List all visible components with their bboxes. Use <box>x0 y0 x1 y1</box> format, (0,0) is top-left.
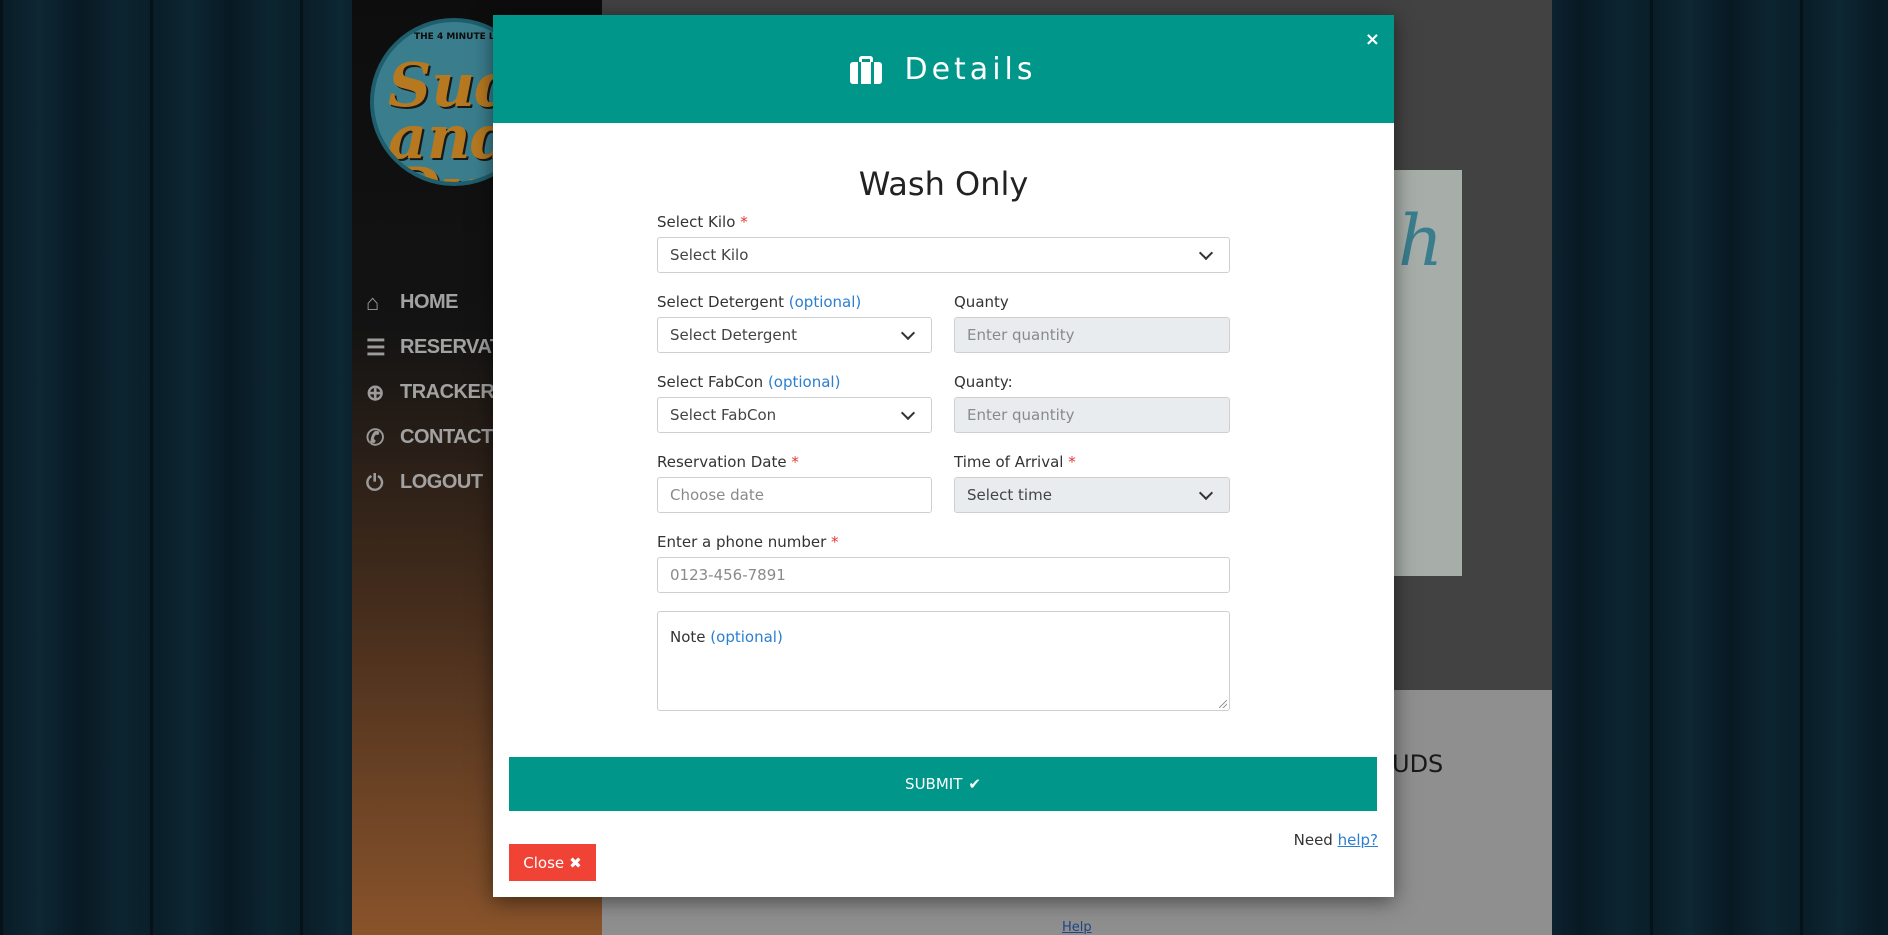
reservation-date-field: Reservation Date * Choose date <box>657 453 932 513</box>
chevron-down-icon <box>900 325 916 340</box>
chevron-down-icon <box>900 405 916 420</box>
submit-label: SUBMIT <box>905 775 963 793</box>
fabcon-label: Select FabCon (optional) <box>657 373 841 391</box>
phone-label: Enter a phone number * <box>657 533 839 551</box>
note-textarea[interactable]: Note (optional) <box>657 611 1230 711</box>
arrival-time-value: Select time <box>967 486 1052 504</box>
detergent-quantity-input[interactable]: Enter quantity <box>954 317 1230 353</box>
help-link[interactable]: help? <box>1338 831 1378 849</box>
fabcon-field: Select FabCon (optional) Select FabCon <box>657 373 932 433</box>
close-label: Close <box>523 853 565 872</box>
detergent-label: Select Detergent (optional) <box>657 293 862 311</box>
modal-header: Details × <box>493 15 1394 123</box>
fabcon-quantity-field: Quanty: Enter quantity <box>954 373 1230 433</box>
submit-button[interactable]: SUBMIT ✔ <box>509 757 1377 811</box>
detergent-quantity-label: Quanty <box>954 293 1009 311</box>
kilo-field: Select Kilo * Select Kilo <box>657 213 1230 273</box>
arrival-time-field: Time of Arrival * Select time <box>954 453 1230 513</box>
close-button[interactable]: Close ✖ <box>509 844 596 881</box>
kilo-select-value: Select Kilo <box>670 246 749 264</box>
modal-title-text: Details <box>904 51 1037 87</box>
help-text: Need help? <box>1293 831 1378 849</box>
chevron-down-icon <box>1198 485 1214 500</box>
close-icon[interactable]: × <box>1365 29 1380 50</box>
note-field: Note (optional) <box>657 611 1230 711</box>
kilo-label: Select Kilo * <box>657 213 748 231</box>
fabcon-select[interactable]: Select FabCon <box>657 397 932 433</box>
fabcon-quantity-input[interactable]: Enter quantity <box>954 397 1230 433</box>
chevron-down-icon <box>1198 245 1214 260</box>
suitcase-icon <box>850 56 883 84</box>
detergent-select[interactable]: Select Detergent <box>657 317 932 353</box>
fabcon-quantity-label: Quanty: <box>954 373 1013 391</box>
note-placeholder: Note (optional) <box>670 628 783 646</box>
reservation-date-input[interactable]: Choose date <box>657 477 932 513</box>
details-modal: Details × Wash Only Select Kilo * Select… <box>493 15 1394 897</box>
detergent-select-value: Select Detergent <box>670 326 797 344</box>
phone-field: Enter a phone number * 0123-456-7891 <box>657 533 1230 593</box>
detergent-field: Select Detergent (optional) Select Deter… <box>657 293 932 353</box>
kilo-select[interactable]: Select Kilo <box>657 237 1230 273</box>
arrival-time-label: Time of Arrival * <box>954 453 1076 471</box>
checkmark-icon: ✔ <box>968 775 981 793</box>
fabcon-select-value: Select FabCon <box>670 406 777 424</box>
phone-input[interactable]: 0123-456-7891 <box>657 557 1230 593</box>
close-icon: ✖ <box>569 853 582 872</box>
reservation-date-label: Reservation Date * <box>657 453 799 471</box>
resize-handle-icon[interactable] <box>1219 700 1227 708</box>
detergent-quantity-field: Quanty Enter quantity <box>954 293 1230 353</box>
form-title: Wash Only <box>858 165 1029 203</box>
arrival-time-select[interactable]: Select time <box>954 477 1230 513</box>
modal-title: Details <box>850 52 1036 87</box>
